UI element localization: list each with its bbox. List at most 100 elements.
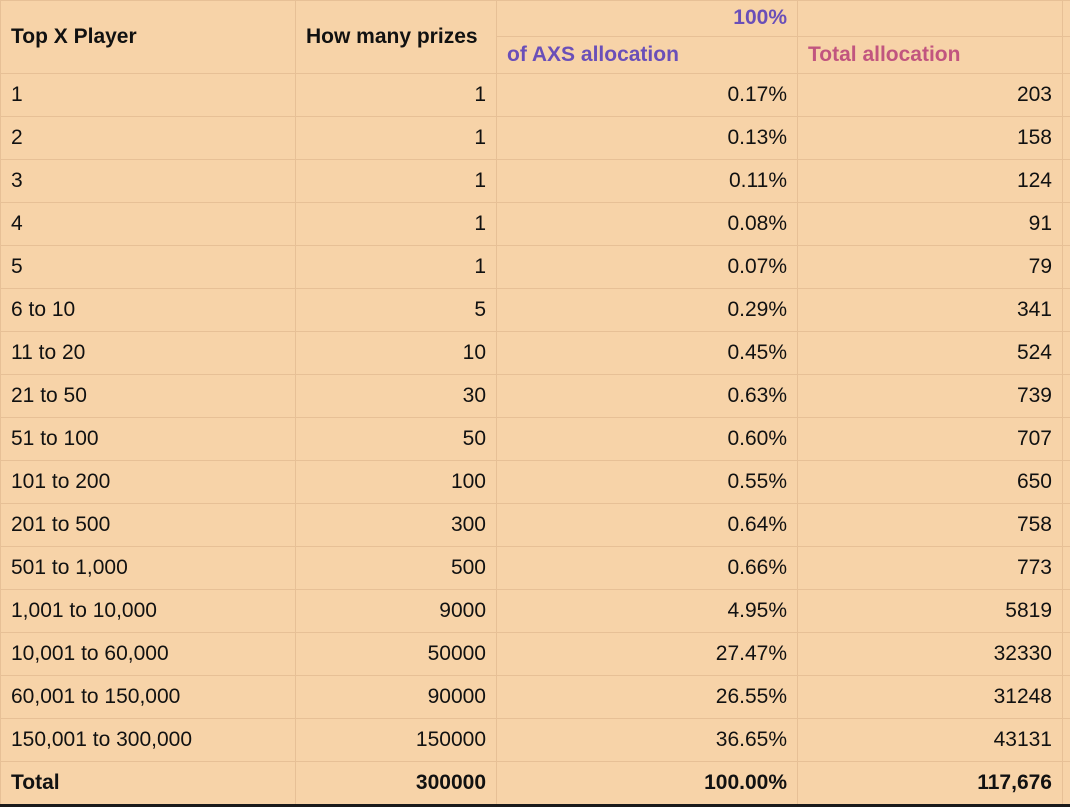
cell-total-allocation[interactable]: 524 xyxy=(798,332,1063,375)
cell-axs-allocation-percent[interactable]: 26.55% xyxy=(497,676,798,719)
cell-rank-range[interactable]: 1 xyxy=(1,74,296,117)
cell-total-allocation[interactable]: 91 xyxy=(798,203,1063,246)
cell-col5-clipped[interactable] xyxy=(1063,504,1070,547)
cell-col5-clipped[interactable] xyxy=(1063,461,1070,504)
cell-prize-count[interactable]: 50 xyxy=(296,418,497,461)
cell-total-allocation[interactable]: 707 xyxy=(798,418,1063,461)
cell-col5-clipped[interactable] xyxy=(1063,203,1070,246)
column-header-col5-clipped[interactable]: E xyxy=(1063,37,1070,74)
cell-total-allocation[interactable]: 5819 xyxy=(798,590,1063,633)
cell-total-allocation[interactable]: 43131 xyxy=(798,719,1063,762)
cell-rank-range[interactable]: 201 to 500 xyxy=(1,504,296,547)
table-row: 10,001 to 60,0005000027.47%32330 xyxy=(1,633,1070,676)
cell-axs-allocation-percent[interactable]: 0.13% xyxy=(497,117,798,160)
table-row: 310.11%124 xyxy=(1,160,1070,203)
cell-total-allocation[interactable]: 117,676 xyxy=(798,762,1063,806)
table-row: 501 to 1,0005000.66%773 xyxy=(1,547,1070,590)
cell-rank-range[interactable]: 3 xyxy=(1,160,296,203)
column-header-total-allocation[interactable]: Total allocation xyxy=(798,37,1063,74)
cell-col5-clipped[interactable] xyxy=(1063,762,1070,806)
cell-rank-range[interactable]: 1,001 to 10,000 xyxy=(1,590,296,633)
cell-prize-count[interactable]: 1 xyxy=(296,160,497,203)
cell-prize-count[interactable]: 30 xyxy=(296,375,497,418)
cell-axs-allocation-percent[interactable]: 36.65% xyxy=(497,719,798,762)
cell-col5-clipped[interactable] xyxy=(1063,117,1070,160)
cell-axs-allocation-percent[interactable]: 0.45% xyxy=(497,332,798,375)
cell-total-allocation[interactable]: 79 xyxy=(798,246,1063,289)
table-row: 101 to 2001000.55%650 xyxy=(1,461,1070,504)
cell-axs-allocation-percent[interactable]: 0.08% xyxy=(497,203,798,246)
cell-axs-allocation-percent[interactable]: 0.64% xyxy=(497,504,798,547)
cell-rank-range[interactable]: 2 xyxy=(1,117,296,160)
cell-axs-allocation-percent[interactable]: 0.11% xyxy=(497,160,798,203)
cell-rank-range[interactable]: 5 xyxy=(1,246,296,289)
cell-prize-count[interactable]: 1 xyxy=(296,246,497,289)
cell-col5-clipped[interactable] xyxy=(1063,160,1070,203)
cell-total-allocation[interactable]: 739 xyxy=(798,375,1063,418)
cell-rank-range[interactable]: 101 to 200 xyxy=(1,461,296,504)
column-header-of-axs-allocation[interactable]: of AXS allocation xyxy=(497,37,798,74)
cell-prize-count[interactable]: 1 xyxy=(296,74,497,117)
cell-rank-range[interactable]: 501 to 1,000 xyxy=(1,547,296,590)
column-header-top-x-player[interactable]: Top X Player xyxy=(1,1,296,74)
table-row: 210.13%158 xyxy=(1,117,1070,160)
cell-prize-count[interactable]: 1 xyxy=(296,117,497,160)
cell-col5-clipped[interactable] xyxy=(1063,289,1070,332)
cell-total-allocation[interactable]: 31248 xyxy=(798,676,1063,719)
cell-col5-clipped[interactable] xyxy=(1063,246,1070,289)
cell-prize-count[interactable]: 50000 xyxy=(296,633,497,676)
cell-axs-allocation-percent[interactable]: 0.63% xyxy=(497,375,798,418)
cell-total-allocation[interactable]: 203 xyxy=(798,74,1063,117)
cell-total-allocation[interactable]: 758 xyxy=(798,504,1063,547)
cell-col5-clipped[interactable] xyxy=(1063,332,1070,375)
cell-axs-allocation-percent[interactable]: 27.47% xyxy=(497,633,798,676)
cell-rank-range[interactable]: Total xyxy=(1,762,296,806)
cell-prize-count[interactable]: 100 xyxy=(296,461,497,504)
cell-total-allocation[interactable]: 32330 xyxy=(798,633,1063,676)
cell-rank-range[interactable]: 4 xyxy=(1,203,296,246)
cell-axs-allocation-percent[interactable]: 0.55% xyxy=(497,461,798,504)
cell-rank-range[interactable]: 60,001 to 150,000 xyxy=(1,676,296,719)
cell-prize-count[interactable]: 150000 xyxy=(296,719,497,762)
cell-axs-allocation-percent[interactable]: 100.00% xyxy=(497,762,798,806)
cell-col5-clipped[interactable] xyxy=(1063,418,1070,461)
cell-prize-count[interactable]: 10 xyxy=(296,332,497,375)
cell-rank-range[interactable]: 11 to 20 xyxy=(1,332,296,375)
cell-prize-count[interactable]: 300 xyxy=(296,504,497,547)
cell-total-allocation[interactable]: 341 xyxy=(798,289,1063,332)
cell-col5-clipped[interactable] xyxy=(1063,74,1070,117)
cell-col5-clipped[interactable] xyxy=(1063,375,1070,418)
cell-rank-range[interactable]: 10,001 to 60,000 xyxy=(1,633,296,676)
cell-axs-allocation-percent[interactable]: 0.66% xyxy=(497,547,798,590)
cell-total-allocation[interactable]: 650 xyxy=(798,461,1063,504)
cell-rank-range[interactable]: 6 to 10 xyxy=(1,289,296,332)
cell-axs-allocation-percent[interactable]: 0.29% xyxy=(497,289,798,332)
cell-col5-clipped[interactable] xyxy=(1063,676,1070,719)
cell-col5-clipped[interactable] xyxy=(1063,633,1070,676)
cell-col5-clipped[interactable] xyxy=(1063,719,1070,762)
cell-total-allocation[interactable]: 124 xyxy=(798,160,1063,203)
table-row: 11 to 20100.45%524 xyxy=(1,332,1070,375)
table-row: 410.08%91 xyxy=(1,203,1070,246)
cell-rank-range[interactable]: 51 to 100 xyxy=(1,418,296,461)
cell-prize-count[interactable]: 500 xyxy=(296,547,497,590)
column-header-how-many-prizes[interactable]: How many prizes xyxy=(296,1,497,74)
cell-total-allocation[interactable]: 773 xyxy=(798,547,1063,590)
cell-axs-allocation-percent[interactable]: 4.95% xyxy=(497,590,798,633)
table-row: 110.17%203 xyxy=(1,74,1070,117)
cell-axs-allocation-percent[interactable]: 0.60% xyxy=(497,418,798,461)
cell-prize-count[interactable]: 300000 xyxy=(296,762,497,806)
cell-prize-count[interactable]: 1 xyxy=(296,203,497,246)
cell-total-allocation[interactable]: 158 xyxy=(798,117,1063,160)
cell-rank-range[interactable]: 150,001 to 300,000 xyxy=(1,719,296,762)
cell-prize-count[interactable]: 90000 xyxy=(296,676,497,719)
cell-col5-clipped[interactable] xyxy=(1063,547,1070,590)
table-header: Top X Player How many prizes 100% P of A… xyxy=(1,1,1070,74)
cell-rank-range[interactable]: 21 to 50 xyxy=(1,375,296,418)
cell-axs-allocation-percent[interactable]: 0.07% xyxy=(497,246,798,289)
header-col5-top-clipped: P xyxy=(1063,1,1070,37)
cell-axs-allocation-percent[interactable]: 0.17% xyxy=(497,74,798,117)
cell-prize-count[interactable]: 5 xyxy=(296,289,497,332)
cell-col5-clipped[interactable] xyxy=(1063,590,1070,633)
cell-prize-count[interactable]: 9000 xyxy=(296,590,497,633)
